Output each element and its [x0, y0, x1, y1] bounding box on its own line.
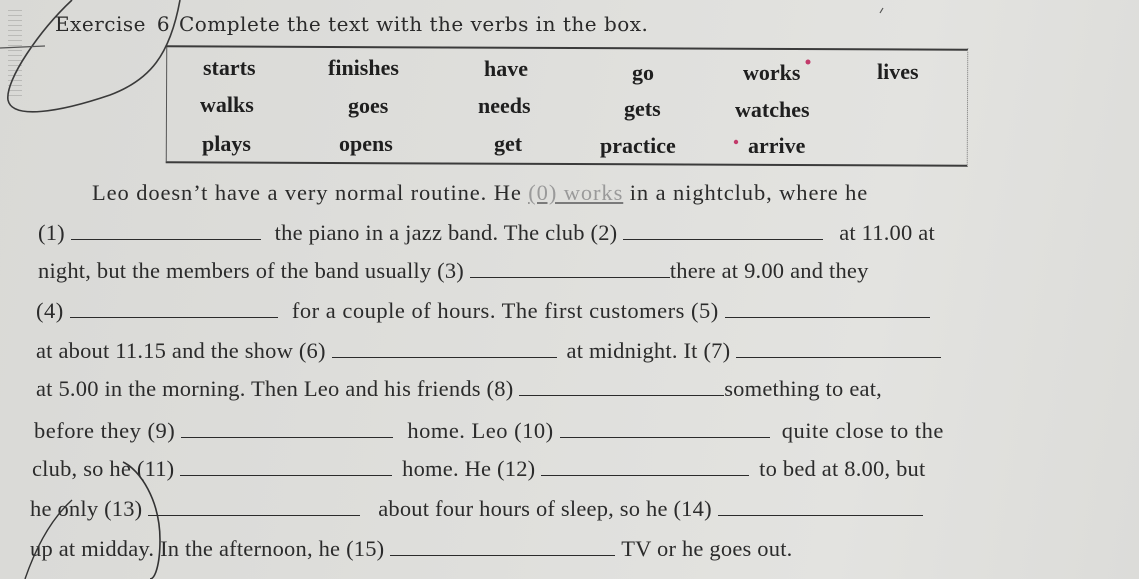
- box-word: go: [632, 60, 654, 85]
- answer-blank-6[interactable]: [331, 339, 557, 358]
- pencil-margin-line: [0, 45, 46, 49]
- answer-blank-3[interactable]: [469, 259, 670, 278]
- answer-blank-9[interactable]: [181, 419, 394, 438]
- passage-line: (4) for a couple of hours. The first cus…: [36, 298, 930, 324]
- answer-blank-14[interactable]: [717, 497, 923, 516]
- verb-box: [165, 45, 969, 167]
- passage-line: night, but the members of the band usual…: [38, 258, 869, 283]
- answer-blank-8[interactable]: [519, 377, 725, 396]
- passage-line: at about 11.15 and the show (6) at midni…: [36, 338, 942, 364]
- box-word: watches: [735, 97, 810, 122]
- box-word: opens: [339, 131, 393, 156]
- answer-blank-7[interactable]: [736, 339, 942, 358]
- worksheet-page: Exercise 6 Complete the text with the ve…: [0, 0, 1139, 579]
- box-word: gets: [624, 96, 661, 121]
- box-word: goes: [348, 93, 389, 118]
- exercise-heading: Exercise 6 Complete the text with the ve…: [55, 12, 648, 36]
- answer-blank-10[interactable]: [559, 419, 770, 438]
- box-word: needs: [478, 93, 531, 118]
- box-word: have: [484, 56, 528, 81]
- answer-blank-12[interactable]: [541, 457, 750, 476]
- box-word: practice: [600, 133, 676, 158]
- answer-blank-4[interactable]: [69, 299, 278, 318]
- box-word: arrive: [748, 133, 806, 158]
- passage-line: he only (13) about four hours of sleep, …: [30, 496, 923, 522]
- answer-blank-1[interactable]: [70, 221, 261, 240]
- exercise-instruction: Complete the text with the verbs in the …: [178, 12, 649, 36]
- box-word: lives: [877, 59, 919, 84]
- example-answer: (0) works: [528, 180, 624, 205]
- passage-line: (1) the piano in a jazz band. The club (…: [38, 220, 935, 245]
- answer-blank-5[interactable]: [724, 299, 930, 318]
- box-word: get: [494, 131, 523, 156]
- box-word: works: [743, 60, 801, 85]
- box-word: starts: [203, 55, 256, 80]
- pencil-tick-mark: [879, 7, 884, 14]
- box-word: walks: [200, 92, 254, 117]
- passage-line: at 5.00 in the morning. Then Leo and his…: [36, 376, 882, 401]
- answer-blank-2[interactable]: [623, 221, 824, 240]
- passage-line: club, so he (11) home. He (12) to bed at…: [32, 456, 926, 481]
- box-word: plays: [202, 131, 251, 156]
- margin-scribble: [8, 10, 22, 100]
- answer-blank-15[interactable]: [390, 537, 616, 556]
- passage-line: up at midday. In the afternoon, he (15) …: [30, 536, 793, 561]
- exercise-number: 6: [156, 12, 171, 36]
- box-word: finishes: [328, 55, 399, 80]
- exercise-label: Exercise: [55, 12, 146, 36]
- passage-line: before they (9) home. Leo (10) quite clo…: [34, 418, 944, 443]
- passage-line: Leo doesn’t have a very normal routine. …: [92, 180, 869, 205]
- answer-blank-11[interactable]: [180, 457, 393, 476]
- answer-blank-13[interactable]: [148, 497, 361, 516]
